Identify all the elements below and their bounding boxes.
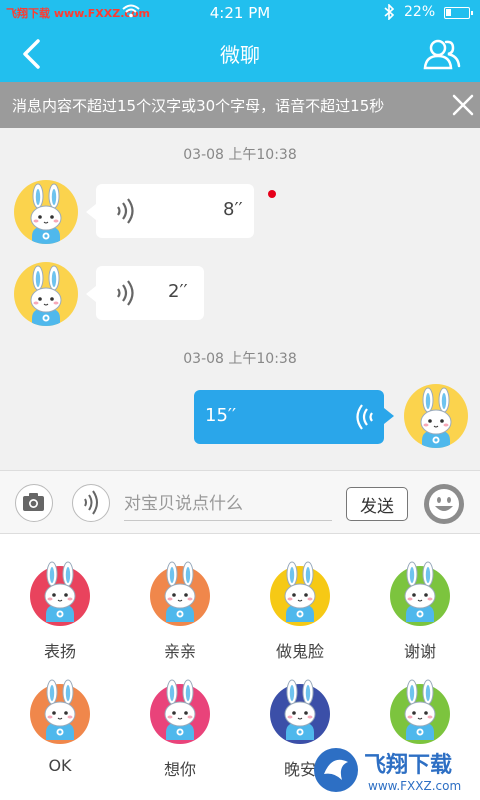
voice-message-bubble[interactable]: 15′′ (194, 390, 394, 444)
watermark-logo: 飞翔下载 www.FXXZ.com (312, 744, 478, 796)
camera-button[interactable] (15, 484, 53, 522)
voice-button[interactable] (72, 484, 110, 522)
sticker-label: 谢谢 (403, 642, 436, 661)
timestamp: 03-08 上午10:38 (183, 351, 297, 367)
svg-text:飞翔下载: 飞翔下载 (364, 752, 452, 778)
avatar[interactable] (14, 180, 78, 244)
voice-duration: 2′′ (168, 281, 188, 302)
notice-text: 消息内容不超过15个汉字或30个字母，语音不超过15秒 (12, 97, 385, 115)
sticker-bunny-image (150, 561, 210, 626)
emoji-icon (429, 489, 459, 519)
sticker-label: 做鬼脸 (275, 642, 324, 661)
sticker-item[interactable]: 做鬼脸 (240, 542, 360, 672)
avatar[interactable] (14, 262, 78, 326)
sticker-bunny-image (150, 679, 210, 744)
timestamp: 03-08 上午10:38 (183, 147, 297, 163)
bunny-avatar-image (30, 265, 62, 326)
bunny-avatar-image (30, 183, 62, 244)
emoji-button[interactable] (424, 484, 464, 524)
sticker-item[interactable]: 谢谢 (360, 542, 480, 672)
sticker-item[interactable]: OK (0, 660, 120, 790)
voice-message-bubble[interactable]: 2′′ (86, 266, 204, 320)
input-bar: 发送 (0, 470, 480, 534)
voice-duration: 8′′ (223, 199, 243, 220)
voice-message-bubble[interactable]: 8′′ (86, 184, 254, 238)
page-title: 微聊 (220, 43, 260, 67)
bluetooth-icon (384, 3, 395, 24)
voice-icon (84, 490, 98, 515)
sticker-label: 想你 (163, 760, 196, 779)
sticker-label: 表扬 (43, 642, 76, 661)
contacts-icon (423, 39, 461, 70)
bunny-avatar-image (420, 387, 452, 448)
send-button[interactable]: 发送 (346, 487, 408, 521)
message-input[interactable] (124, 487, 332, 521)
sticker-label: 亲亲 (163, 642, 196, 661)
sticker-bunny-image (270, 561, 330, 626)
chat-area[interactable]: 03-08 上午10:38 8′′ 2′′ 03-08 上午10:38 15′′ (0, 128, 480, 470)
voice-wave-icon (117, 198, 134, 224)
sticker-bunny-image (390, 679, 450, 744)
close-icon (452, 94, 474, 116)
camera-icon (23, 493, 44, 511)
voice-duration: 15′′ (205, 405, 237, 426)
sticker-item[interactable]: 想你 (120, 660, 240, 790)
notice-close-button[interactable] (450, 92, 476, 118)
contacts-button[interactable] (422, 36, 462, 72)
sticker-item[interactable]: 表扬 (0, 542, 120, 672)
status-bar: 飞翔下载 www.FXXZ.com 4:21 PM 22% (0, 0, 480, 26)
sticker-bunny-image (270, 679, 330, 744)
sticker-bunny-image (390, 561, 450, 626)
sticker-bunny-image (30, 561, 90, 626)
svg-text:www.FXXZ.com: www.FXXZ.com (368, 779, 461, 793)
sticker-label: OK (48, 756, 72, 775)
voice-wave-icon (117, 280, 134, 306)
voice-wave-icon (356, 404, 373, 430)
notice-banner: 消息内容不超过15个汉字或30个字母，语音不超过15秒 (0, 82, 480, 128)
avatar[interactable] (404, 384, 468, 448)
battery-icon (444, 7, 473, 19)
battery-percent: 22% (404, 4, 436, 20)
sticker-bunny-image (30, 679, 90, 744)
unread-dot (268, 190, 276, 198)
nav-header: 微聊 (0, 26, 480, 82)
sticker-item[interactable]: 亲亲 (120, 542, 240, 672)
